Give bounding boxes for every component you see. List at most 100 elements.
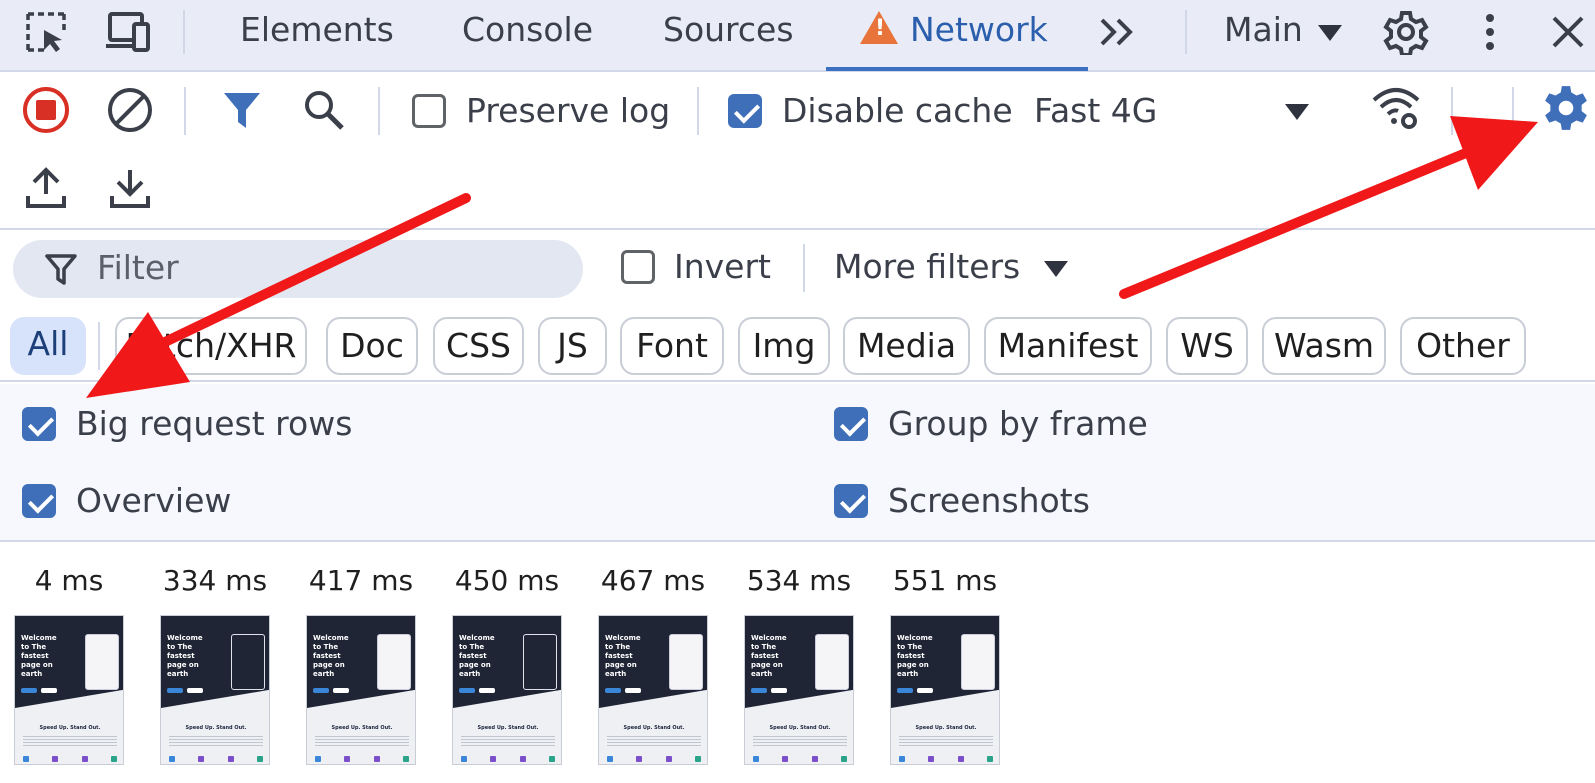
thumbnail-button — [479, 688, 495, 693]
context-dropdown-arrow-icon — [1318, 25, 1342, 41]
invert-checkbox[interactable] — [621, 250, 655, 284]
device-toolbar-icon[interactable] — [104, 8, 152, 56]
screenshots-label: Screenshots — [888, 481, 1090, 520]
overview-checkbox[interactable] — [22, 484, 56, 518]
thumbnail-feature-icon — [840, 756, 847, 762]
toolbar-separator — [1512, 87, 1514, 135]
thumbnail-button — [333, 688, 349, 693]
preserve-log-checkbox[interactable] — [412, 94, 446, 128]
thumbnail-feature-icon — [110, 756, 117, 762]
filmstrip-screenshot-thumbnail[interactable]: Welcome to The fastest page on earth Spee… — [160, 615, 270, 765]
devtools-tabbar: Elements Console Sources Network Main — [0, 0, 1595, 72]
thumbnail-text-lines — [461, 736, 555, 746]
resource-type-filters: All Fetch/XHR Doc CSS JS Font Img Media … — [0, 306, 1595, 382]
toolbar-separator — [1451, 87, 1453, 135]
thumbnail-button — [917, 688, 933, 693]
more-options-icon[interactable] — [1466, 8, 1514, 56]
network-settings-gear-icon[interactable] — [1540, 82, 1592, 134]
thumbnail-feature-icon — [227, 756, 234, 762]
stop-recording-icon[interactable] — [20, 84, 72, 136]
thumbnail-text-lines — [315, 736, 409, 746]
thumbnail-button — [459, 688, 475, 693]
thumbnail-tagline: Speed Up. Stand Out. — [477, 725, 539, 731]
tabbar-separator — [183, 10, 185, 54]
thumbnail-hero-title: Welcome to The fastest page on earth — [751, 634, 787, 678]
type-filter-all[interactable]: All — [10, 317, 86, 375]
type-filter-ws[interactable]: WS — [1166, 317, 1248, 375]
disable-cache-label: Disable cache — [782, 91, 1013, 130]
filmstrip-frame-time: 467 ms — [600, 564, 706, 597]
warning-icon — [860, 11, 898, 44]
import-har-upload-icon[interactable] — [20, 162, 72, 214]
thumbnail-feature-icon — [490, 756, 497, 762]
tab-network-label: Network — [910, 10, 1048, 49]
close-icon[interactable] — [1544, 8, 1592, 56]
thumbnail-phone-mockup — [961, 634, 995, 690]
tab-elements[interactable]: Elements — [240, 8, 394, 52]
filmstrip-screenshot-thumbnail[interactable]: Welcome to The fastest page on earth Spee… — [744, 615, 854, 765]
throttling-select[interactable]: Fast 4G — [1034, 89, 1157, 133]
filmstrip-screenshot-thumbnail[interactable]: Welcome to The fastest page on earth Spee… — [452, 615, 562, 765]
tab-console[interactable]: Console — [462, 8, 593, 52]
screenshots-checkbox[interactable] — [834, 484, 868, 518]
more-tabs-icon[interactable] — [1094, 8, 1142, 56]
type-filter-img[interactable]: Img — [738, 317, 830, 375]
filmstrip-screenshot-thumbnail[interactable]: Welcome to The fastest page on earth Spee… — [890, 615, 1000, 765]
big-request-rows-checkbox[interactable] — [22, 407, 56, 441]
network-settings-panel: Big request rows Group by frame Overview… — [0, 384, 1595, 542]
thumbnail-feature-icon — [315, 756, 321, 762]
filter-input[interactable]: Filter — [13, 240, 583, 298]
filmstrip-frame-time: 450 ms — [454, 564, 560, 597]
thumbnail-feature-icon — [753, 756, 759, 762]
type-filter-fetch-xhr[interactable]: Fetch/XHR — [115, 317, 307, 375]
active-tab-indicator — [826, 67, 1088, 71]
thumbnail-text-lines — [169, 736, 263, 746]
type-filter-wasm[interactable]: Wasm — [1262, 317, 1386, 375]
thumbnail-hero-title: Welcome to The fastest page on earth — [605, 634, 641, 678]
thumbnail-feature-icon — [256, 756, 263, 762]
type-filter-other[interactable]: Other — [1400, 317, 1526, 375]
type-filter-doc[interactable]: Doc — [326, 317, 418, 375]
filmstrip-frame-time: 334 ms — [162, 564, 268, 597]
thumbnail-feature-icon — [811, 756, 818, 762]
filmstrip-frame-time: 551 ms — [892, 564, 998, 597]
type-filter-js[interactable]: JS — [538, 317, 607, 375]
group-by-frame-label: Group by frame — [888, 404, 1148, 443]
thumbnail-text-lines — [607, 736, 701, 746]
type-filter-manifest[interactable]: Manifest — [984, 317, 1152, 375]
filmstrip-screenshot-thumbnail[interactable]: Welcome to The fastest page on earth Spee… — [14, 615, 124, 765]
network-conditions-icon[interactable] — [1370, 82, 1422, 134]
tab-network[interactable]: Network — [860, 8, 1048, 52]
tab-sources[interactable]: Sources — [663, 8, 794, 52]
thumbnail-phone-mockup — [377, 634, 411, 690]
filter-funnel-icon[interactable] — [216, 84, 268, 136]
inspect-element-icon[interactable] — [22, 8, 70, 56]
thumbnail-icons — [899, 756, 993, 764]
type-filter-font[interactable]: Font — [620, 317, 724, 375]
settings-gear-icon[interactable] — [1382, 8, 1430, 56]
thumbnail-text-lines — [753, 736, 847, 746]
thumbnail-feature-icon — [928, 756, 935, 762]
context-selector[interactable]: Main — [1224, 8, 1303, 52]
group-by-frame-checkbox[interactable] — [834, 407, 868, 441]
type-filter-media[interactable]: Media — [843, 317, 970, 375]
more-filters-dropdown[interactable]: More filters — [834, 245, 1020, 289]
thumbnail-button — [21, 688, 37, 693]
thumbnail-button — [41, 688, 57, 693]
thumbnail-icons — [753, 756, 847, 764]
filmstrip-screenshot-thumbnail[interactable]: Welcome to The fastest page on earth Spee… — [598, 615, 708, 765]
thumbnail-feature-icon — [23, 756, 29, 762]
filter-row: Filter Invert More filters — [0, 232, 1595, 304]
toolbar-separator — [697, 87, 699, 135]
thumbnail-button — [771, 688, 787, 693]
thumbnail-feature-icon — [461, 756, 467, 762]
search-icon[interactable] — [298, 84, 350, 136]
filmstrip-screenshot-thumbnail[interactable]: Welcome to The fastest page on earth Spee… — [306, 615, 416, 765]
filter-placeholder: Filter — [97, 248, 179, 287]
disable-cache-checkbox[interactable] — [728, 94, 762, 128]
export-har-download-icon[interactable] — [104, 162, 156, 214]
thumbnail-hero-title: Welcome to The fastest page on earth — [897, 634, 933, 678]
clear-icon[interactable] — [104, 84, 156, 136]
thumbnail-tagline: Speed Up. Stand Out. — [769, 725, 831, 731]
type-filter-css[interactable]: CSS — [433, 317, 524, 375]
